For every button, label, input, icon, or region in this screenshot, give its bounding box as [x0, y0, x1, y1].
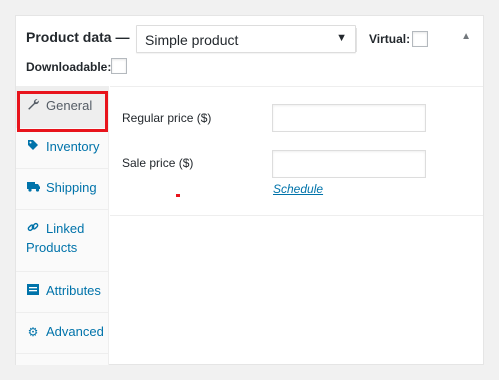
downloadable-checkbox[interactable] [111, 58, 127, 74]
header-divider [356, 28, 357, 52]
tab-linked-label-line1: Linked [46, 221, 85, 236]
collapse-toggle-icon[interactable]: ▲ [461, 31, 471, 42]
virtual-checkbox[interactable] [412, 31, 428, 47]
tab-attributes-label: Attributes [46, 283, 101, 298]
wrench-icon [26, 98, 40, 113]
virtual-label: Virtual: [369, 32, 411, 46]
gear-icon: ⚙ [27, 325, 39, 339]
tab-general[interactable]: General [16, 87, 108, 128]
tab-general-label: General [46, 98, 93, 113]
downloadable-label: Downloadable: [26, 60, 112, 74]
link-icon [26, 221, 40, 236]
regular-price-input[interactable] [272, 104, 426, 132]
truck-icon [26, 181, 40, 195]
tab-linked-label-line2: Products [26, 240, 78, 255]
general-options-panel: Regular price ($) Sale price ($) Schedul… [110, 86, 483, 216]
product-type-value: Simple product [145, 32, 239, 48]
product-data-panel: Product data — Simple product ▼ Virtual:… [15, 15, 484, 365]
panel-title: Product data — [26, 29, 130, 45]
list-icon [26, 284, 40, 298]
regular-price-label: Regular price ($) [122, 111, 212, 125]
tab-inventory[interactable]: Inventory [16, 128, 108, 169]
tab-advanced[interactable]: ⚙ Advanced [16, 313, 108, 354]
tab-shipping[interactable]: Shipping [16, 169, 108, 210]
tab-attributes[interactable]: Attributes [16, 272, 108, 313]
tab-advanced-label: Advanced [46, 324, 104, 339]
sale-price-input[interactable] [272, 150, 426, 178]
tab-linked-products[interactable]: Linked Products [16, 210, 108, 272]
sale-price-label: Sale price ($) [122, 156, 194, 170]
product-data-tabs: General Inventory Shipping Linked Produc… [16, 86, 109, 365]
product-type-select[interactable]: Simple product ▼ [136, 25, 356, 53]
annotation-mark [176, 194, 180, 197]
tag-icon [26, 139, 40, 154]
schedule-link[interactable]: Schedule [273, 182, 323, 196]
tab-inventory-label: Inventory [46, 139, 100, 154]
tab-shipping-label: Shipping [46, 180, 97, 195]
dropdown-caret-icon: ▼ [336, 32, 347, 44]
